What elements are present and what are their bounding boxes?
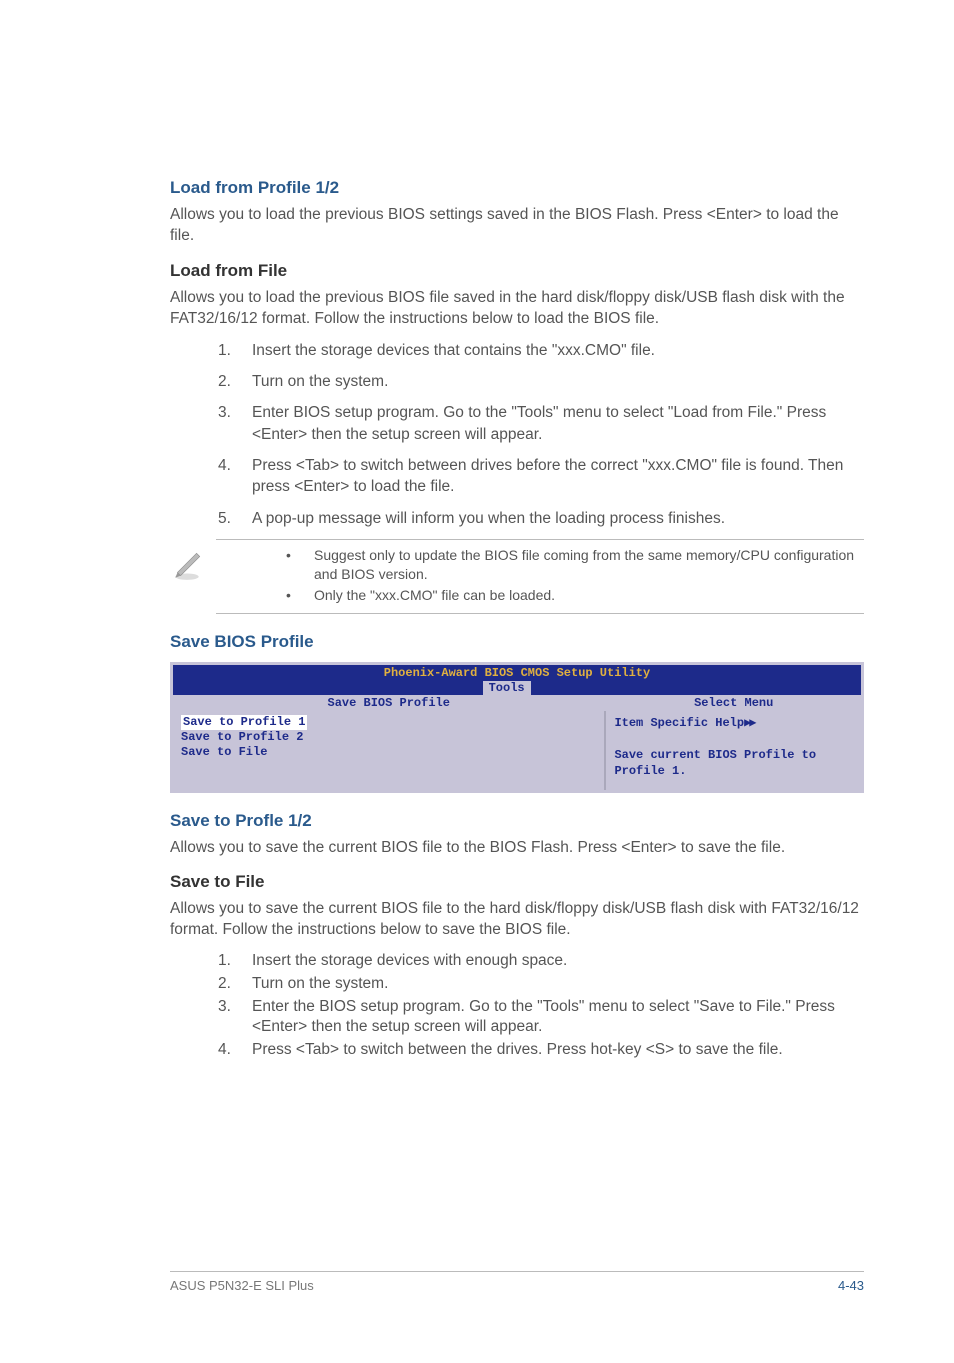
page-footer: ASUS P5N32-E SLI Plus 4-43 xyxy=(170,1271,864,1293)
note-text: Suggest only to update the BIOS file com… xyxy=(314,546,864,584)
step-number: 2. xyxy=(218,371,252,392)
divider xyxy=(216,613,864,614)
list-item: 3.Enter BIOS setup program. Go to the "T… xyxy=(218,402,864,445)
bios-help-body: Save current BIOS Profile to Profile 1. xyxy=(614,748,816,778)
heading-save-profile: Save to Profle 1/2 xyxy=(170,811,864,831)
bios-item-list: Save to Profile 1 Save to Profile 2 Save… xyxy=(173,711,606,790)
step-number: 5. xyxy=(218,508,252,529)
step-number: 3. xyxy=(218,402,252,445)
list-item: 1.Insert the storage devices with enough… xyxy=(218,951,864,972)
list-item: •Only the "xxx.CMO" file can be loaded. xyxy=(286,586,864,605)
note-list: •Suggest only to update the BIOS file co… xyxy=(286,546,864,607)
divider xyxy=(216,539,864,540)
list-item: 5.A pop-up message will inform you when … xyxy=(218,508,864,529)
bios-help-label: Item Specific Help xyxy=(614,716,744,730)
note-pencil-icon xyxy=(170,546,216,587)
step-number: 2. xyxy=(218,974,252,995)
step-number: 1. xyxy=(218,951,252,972)
bios-panel-title: Save BIOS Profile xyxy=(173,695,606,711)
heading-save-file: Save to File xyxy=(170,872,864,892)
bios-tab-tools: Tools xyxy=(483,681,531,695)
bios-help-title: Select Menu xyxy=(606,695,861,711)
step-number: 4. xyxy=(218,1040,252,1061)
body-save-profile: Allows you to save the current BIOS file… xyxy=(170,837,864,858)
footer-page-number: 4-43 xyxy=(838,1278,864,1293)
bios-window-title: Phoenix-Award BIOS CMOS Setup Utility xyxy=(173,665,861,681)
bios-item: Save to Profile 2 xyxy=(181,730,303,744)
list-item: 1.Insert the storage devices that contai… xyxy=(218,340,864,361)
list-item: 2.Turn on the system. xyxy=(218,371,864,392)
bullet-icon: • xyxy=(286,586,314,605)
step-text: Enter the BIOS setup program. Go to the … xyxy=(252,997,864,1039)
heading-save-bios-profile: Save BIOS Profile xyxy=(170,632,864,652)
step-text: Insert the storage devices with enough s… xyxy=(252,951,567,972)
list-item: •Suggest only to update the BIOS file co… xyxy=(286,546,864,584)
step-text: Enter BIOS setup program. Go to the "Too… xyxy=(252,402,864,445)
body-load-profile: Allows you to load the previous BIOS set… xyxy=(170,204,864,247)
divider xyxy=(170,1271,864,1272)
list-item: 2.Turn on the system. xyxy=(218,974,864,995)
bios-help-panel: Item Specific Help▶▶ Save current BIOS P… xyxy=(606,711,861,790)
bios-item: Save to File xyxy=(181,745,267,759)
bios-menu-bar: Tools xyxy=(173,681,861,695)
load-file-steps: 1.Insert the storage devices that contai… xyxy=(218,340,864,530)
heading-load-profile: Load from Profile 1/2 xyxy=(170,178,864,198)
save-file-steps: 1.Insert the storage devices with enough… xyxy=(218,951,864,1062)
step-number: 4. xyxy=(218,455,252,498)
step-number: 3. xyxy=(218,997,252,1039)
heading-load-file: Load from File xyxy=(170,261,864,281)
step-text: Turn on the system. xyxy=(252,974,388,995)
bullet-icon: • xyxy=(286,546,314,584)
step-text: Press <Tab> to switch between drives bef… xyxy=(252,455,864,498)
bios-screenshot: Phoenix-Award BIOS CMOS Setup Utility To… xyxy=(170,662,864,793)
body-save-file: Allows you to save the current BIOS file… xyxy=(170,898,864,941)
note-block: •Suggest only to update the BIOS file co… xyxy=(170,539,864,614)
list-item: 4.Press <Tab> to switch between drives b… xyxy=(218,455,864,498)
note-text: Only the "xxx.CMO" file can be loaded. xyxy=(314,586,555,605)
list-item: 3.Enter the BIOS setup program. Go to th… xyxy=(218,997,864,1039)
step-text: A pop-up message will inform you when th… xyxy=(252,508,725,529)
footer-product: ASUS P5N32-E SLI Plus xyxy=(170,1278,314,1293)
step-text: Turn on the system. xyxy=(252,371,388,392)
step-number: 1. xyxy=(218,340,252,361)
bios-item-selected: Save to Profile 1 xyxy=(181,715,307,730)
arrow-right-icon: ▶▶ xyxy=(744,716,754,730)
step-text: Insert the storage devices that contains… xyxy=(252,340,655,361)
body-load-file: Allows you to load the previous BIOS fil… xyxy=(170,287,864,330)
list-item: 4.Press <Tab> to switch between the driv… xyxy=(218,1040,864,1061)
step-text: Press <Tab> to switch between the drives… xyxy=(252,1040,783,1061)
